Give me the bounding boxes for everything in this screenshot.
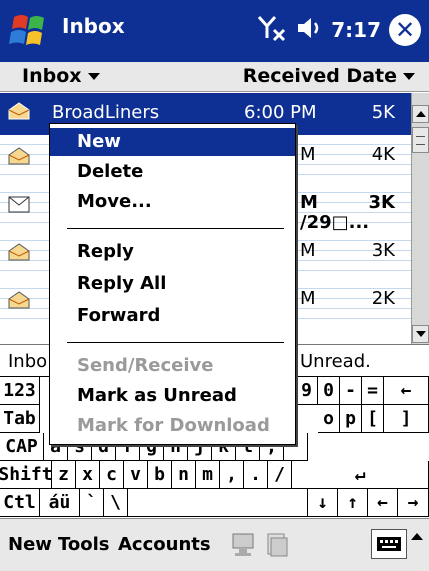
message-size: 3K: [371, 240, 395, 261]
key[interactable]: →: [398, 489, 429, 517]
preview-right-text: Unread.: [300, 351, 371, 372]
send-receive-icon[interactable]: [230, 531, 256, 559]
menu-item-move[interactable]: Move...: [50, 188, 295, 216]
key[interactable]: .: [244, 461, 268, 489]
folder-label: Inbox: [22, 65, 82, 87]
menu-item-delete[interactable]: Delete: [50, 158, 295, 186]
scroll-down-button[interactable]: [412, 325, 429, 343]
key[interactable]: ↓: [308, 489, 338, 517]
sort-label: Received Date: [242, 65, 397, 87]
chevron-down-icon: [87, 73, 100, 80]
keyboard-row: Shift z x c v b n m , . / ↵: [0, 461, 429, 489]
open-envelope-icon: [8, 291, 30, 309]
key[interactable]: ←: [368, 489, 398, 517]
menu-separator: [67, 342, 284, 343]
tab-key[interactable]: Tab: [0, 405, 40, 433]
message-size: 5K: [371, 102, 395, 123]
scroll-up-button[interactable]: [412, 105, 429, 123]
message-subject: /29□...: [300, 212, 370, 233]
open-envelope-icon: [8, 102, 30, 120]
menu-item-send-receive: Send/Receive: [77, 355, 214, 376]
key[interactable]: 0: [318, 377, 340, 405]
key[interactable]: /: [268, 461, 292, 489]
ctrl-key[interactable]: Ctl: [0, 489, 40, 517]
menu-item-reply[interactable]: Reply: [50, 238, 295, 266]
app-title: Inbox: [62, 14, 125, 38]
speaker-icon[interactable]: [295, 15, 323, 46]
arrow-down-icon: [415, 331, 426, 337]
closed-envelope-icon: [8, 196, 30, 213]
message-time: M: [300, 192, 318, 213]
key[interactable]: ,: [220, 461, 244, 489]
key[interactable]: ↑: [338, 489, 368, 517]
open-envelope-icon: [8, 243, 30, 261]
key[interactable]: v: [124, 461, 148, 489]
menu-item-forward[interactable]: Forward: [50, 302, 295, 330]
sort-dropdown[interactable]: Received Date: [243, 65, 415, 87]
key[interactable]: c: [100, 461, 124, 489]
open-envelope-icon: [8, 147, 30, 165]
key[interactable]: =: [362, 377, 384, 405]
menu-item-new[interactable]: New: [50, 128, 295, 156]
key-123[interactable]: 123: [0, 377, 40, 405]
no-signal-icon[interactable]: [257, 14, 287, 47]
message-size: 4K: [371, 144, 395, 165]
backspace-key[interactable]: ←: [384, 377, 429, 405]
menu-item-mark-unread[interactable]: Mark as Unread: [50, 382, 295, 410]
new-menu[interactable]: New: [8, 534, 52, 555]
scroll-thumb[interactable]: [412, 127, 429, 153]
menu-bar: New Tools Accounts: [0, 518, 429, 571]
windows-flag-icon[interactable]: [6, 7, 54, 55]
menu-item-reply-all[interactable]: Reply All: [50, 270, 295, 298]
space-key[interactable]: [128, 489, 308, 517]
key[interactable]: p: [340, 405, 362, 433]
message-size: 2K: [371, 288, 395, 309]
message-time: M: [300, 240, 316, 261]
key[interactable]: \: [104, 489, 128, 517]
message-size: 3K: [368, 192, 395, 213]
folders-icon[interactable]: [264, 531, 290, 559]
key[interactable]: n: [172, 461, 196, 489]
key[interactable]: m: [196, 461, 220, 489]
keyboard-row: Ctl áü ` \ ↓ ↑ ← →: [0, 489, 429, 517]
folder-dropdown[interactable]: Inbox: [22, 65, 100, 87]
accent-key[interactable]: áü: [40, 489, 80, 517]
chevron-up-icon[interactable]: [411, 533, 423, 540]
context-menu: New Delete Move... Reply Reply All Forwa…: [49, 123, 296, 445]
menu-item-mark-download: Mark for Download: [77, 415, 270, 436]
shift-key[interactable]: Shift: [0, 461, 53, 489]
close-icon[interactable]: ✕: [389, 14, 421, 46]
keyboard-icon[interactable]: [371, 529, 407, 559]
key[interactable]: `: [80, 489, 104, 517]
status-area: 7:17 ✕: [257, 10, 421, 50]
menu-separator: [67, 228, 284, 229]
clock-time[interactable]: 7:17: [331, 18, 381, 42]
key[interactable]: ]: [384, 405, 429, 433]
key[interactable]: -: [340, 377, 362, 405]
key[interactable]: o: [318, 405, 340, 433]
key[interactable]: x: [76, 461, 100, 489]
chevron-down-icon: [403, 73, 415, 80]
tools-menu[interactable]: Tools: [58, 534, 110, 555]
caps-key[interactable]: CAP: [0, 433, 44, 461]
list-scrollbar[interactable]: [411, 93, 429, 344]
key[interactable]: 9: [296, 377, 318, 405]
key[interactable]: z: [52, 461, 76, 489]
enter-key[interactable]: ↵: [292, 461, 429, 489]
key[interactable]: [: [362, 405, 384, 433]
message-time: M: [300, 288, 316, 309]
key[interactable]: b: [148, 461, 172, 489]
message-sender: BroadLiners: [52, 102, 160, 123]
preview-left-text: Inbo: [8, 351, 48, 372]
message-time: 6:00 PM: [244, 102, 317, 123]
message-time: M: [300, 144, 316, 165]
accounts-menu[interactable]: Accounts: [118, 534, 211, 555]
arrow-up-icon: [415, 111, 426, 117]
title-bar: Inbox 7:17 ✕: [0, 0, 429, 62]
folder-sort-bar: Inbox Received Date: [0, 62, 429, 92]
